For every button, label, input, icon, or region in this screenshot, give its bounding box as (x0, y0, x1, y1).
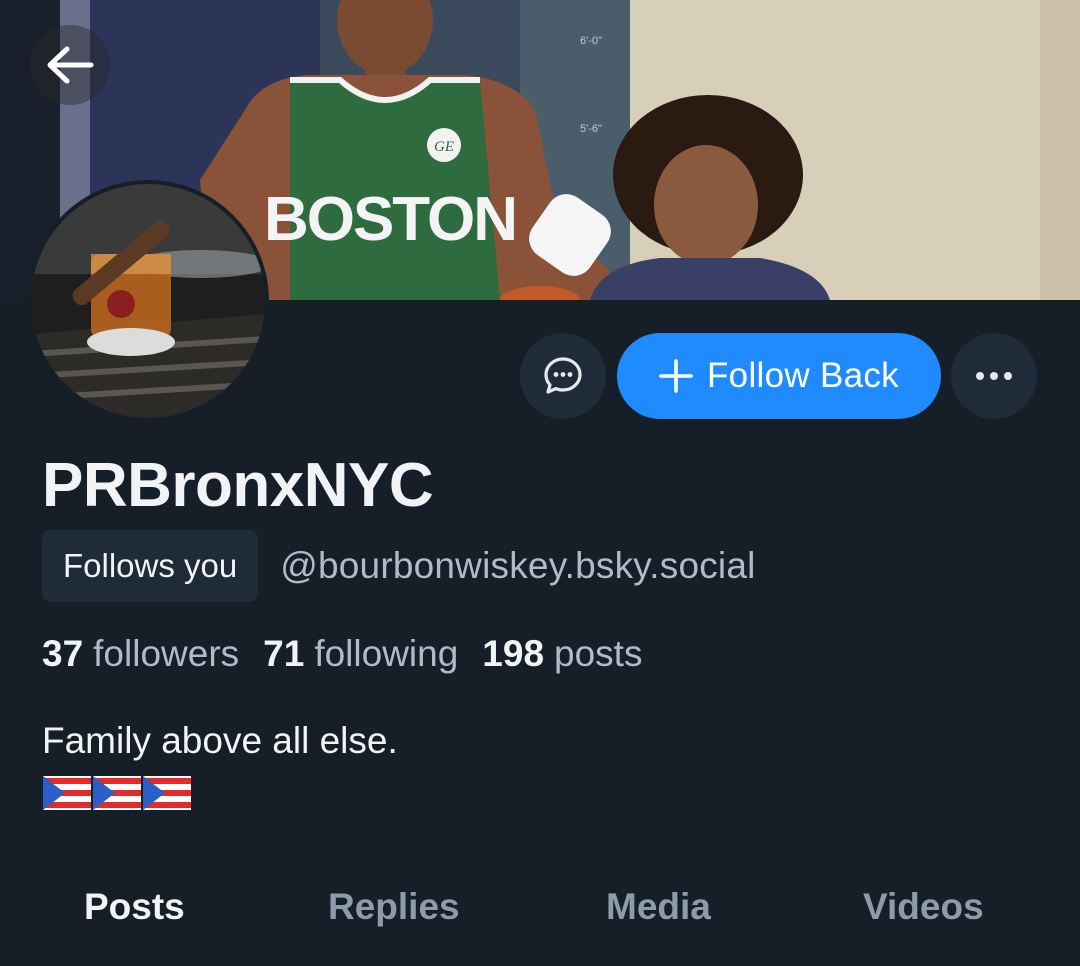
ellipsis-icon (976, 372, 1012, 380)
tab-replies[interactable]: Replies (328, 886, 460, 928)
more-options-button[interactable] (951, 333, 1037, 419)
posts-stat: 198 posts (482, 628, 642, 680)
back-button[interactable] (30, 25, 110, 105)
tab-media[interactable]: Media (606, 886, 711, 928)
svg-text:5'-6": 5'-6" (580, 123, 602, 135)
profile-page: 6'-0" 5'-6" GE BOSTON Follow Back PRBron… (0, 0, 1080, 966)
svg-text:GE: GE (434, 139, 454, 155)
bio-flags: 🇵🇷 🇵🇷 🇵🇷 (43, 776, 191, 810)
avatar-photo (31, 184, 265, 418)
follow-back-button[interactable]: Follow Back (617, 333, 941, 419)
puerto-rico-flag-icon: 🇵🇷 (143, 776, 191, 810)
svg-text:6'-0": 6'-0" (580, 35, 602, 47)
avatar[interactable] (27, 180, 269, 422)
puerto-rico-flag-icon: 🇵🇷 (93, 776, 141, 810)
followers-label: followers (93, 633, 240, 674)
puerto-rico-flag-icon: 🇵🇷 (43, 776, 91, 810)
following-stat[interactable]: 71 following (263, 628, 458, 680)
following-label: following (314, 633, 459, 674)
profile-tabs: Posts Replies Media Videos (0, 868, 1080, 966)
followers-count: 37 (42, 633, 84, 674)
posts-count: 198 (482, 633, 545, 674)
posts-label: posts (554, 633, 643, 674)
message-button[interactable] (520, 333, 606, 419)
banner-jersey-text: BOSTON (264, 185, 516, 254)
following-count: 71 (263, 633, 305, 674)
follow-back-label: Follow Back (707, 356, 899, 395)
stats-row: 37 followers 71 following 198 posts (42, 628, 642, 680)
tab-videos[interactable]: Videos (863, 886, 984, 928)
arrow-left-icon (47, 46, 94, 84)
bio-text: Family above all else. (42, 720, 398, 761)
display-name: PRBronxNYC (42, 451, 434, 520)
handle[interactable]: @bourbonwiskey.bsky.social (280, 545, 755, 587)
followers-stat[interactable]: 37 followers (42, 628, 239, 680)
follows-you-badge: Follows you (42, 530, 259, 602)
handle-row: Follows you @bourbonwiskey.bsky.social (42, 530, 756, 602)
plus-icon (659, 359, 693, 393)
chat-bubble-icon (544, 357, 582, 394)
tab-posts[interactable]: Posts (84, 886, 185, 928)
